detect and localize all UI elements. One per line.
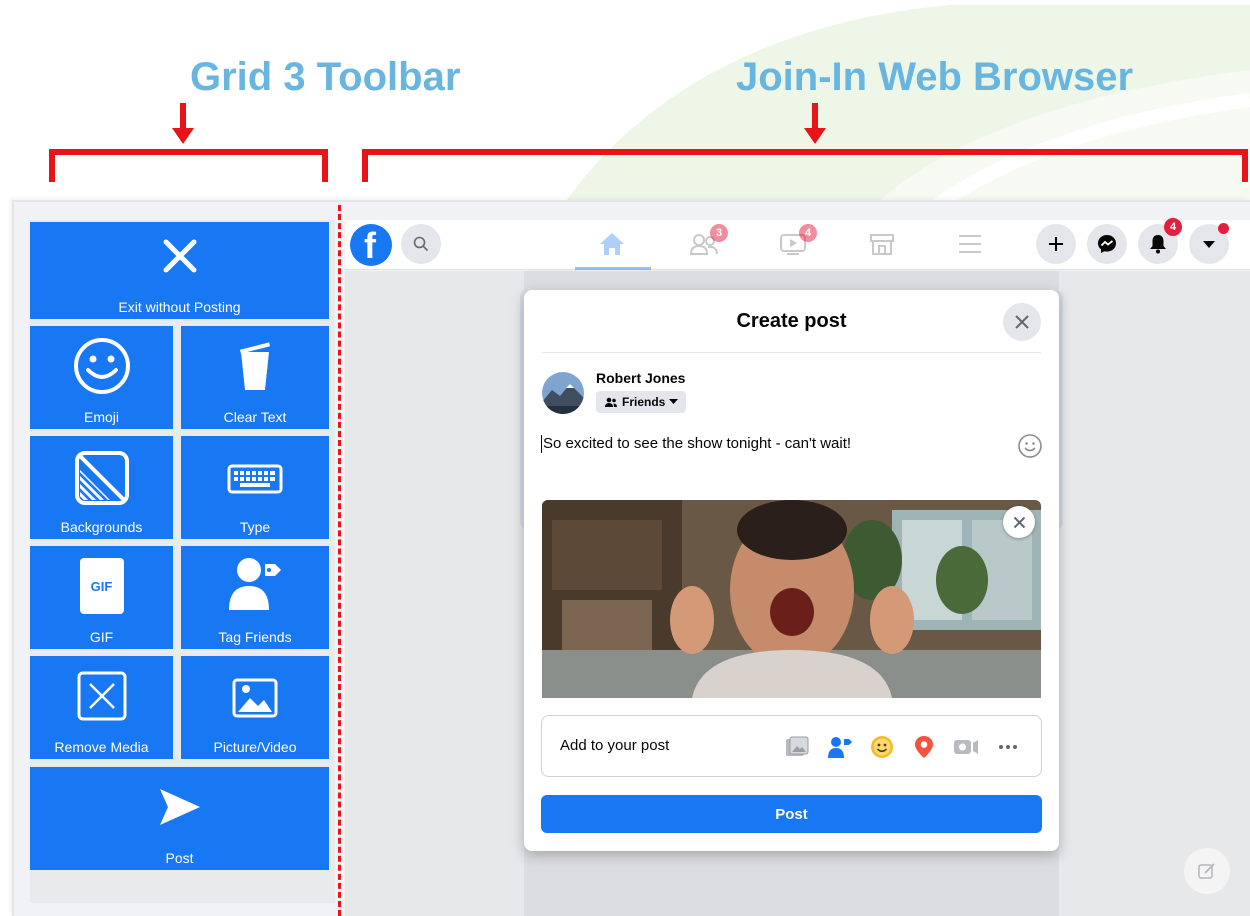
add-to-post-label: Add to your post: [560, 737, 670, 754]
feeling-icon: [871, 736, 893, 758]
left-arrow-icon: [172, 103, 194, 144]
grid3-toolbar-heading: Grid 3 Toolbar: [190, 55, 461, 99]
remove-media-icon: [77, 671, 126, 721]
close-icon: [163, 239, 196, 273]
smiley-icon: [73, 338, 130, 394]
live-video-icon: [954, 740, 978, 754]
backgrounds-icon: [74, 451, 129, 505]
gif-icon: GIF: [79, 558, 124, 614]
post-toolbar-button[interactable]: Post: [30, 767, 329, 870]
send-icon: [159, 789, 200, 825]
remove-gif-button[interactable]: [1003, 506, 1035, 538]
post-toolbar-label: Post: [165, 850, 194, 866]
more-icon: [999, 745, 1017, 749]
audience-label: Friends: [622, 395, 666, 409]
close-icon: [1015, 315, 1029, 329]
emoji-picker-icon[interactable]: [1017, 433, 1043, 459]
compose-icon: [1198, 863, 1215, 879]
bell-icon: [1150, 235, 1166, 254]
gif-label: GIF: [89, 629, 114, 645]
gif-icon-text: GIF: [90, 578, 113, 594]
post-text-input[interactable]: So excited to see the show tonight - can…: [541, 435, 1011, 454]
left-bracket: [49, 149, 328, 182]
friends-icon: [605, 397, 617, 407]
keyboard-icon: [227, 464, 283, 494]
clear-text-button[interactable]: Clear Text: [181, 326, 329, 429]
backgrounds-label: Backgrounds: [60, 519, 143, 535]
attached-gif: [542, 500, 1041, 698]
account-alert-dot: [1218, 223, 1229, 234]
type-label: Type: [239, 519, 271, 535]
nav-menu[interactable]: [950, 228, 990, 260]
picture-video-button[interactable]: Picture/Video: [181, 656, 329, 759]
nav-marketplace[interactable]: [862, 228, 902, 260]
tag-friends-label: Tag Friends: [218, 629, 292, 645]
toolbar-divider: [338, 205, 341, 916]
tag-people-button[interactable]: [827, 734, 853, 760]
text-cursor: [541, 435, 542, 454]
exit-without-posting-label: Exit without Posting: [118, 299, 241, 315]
page: Grid 3 Toolbar Join-In Web Browser Exit …: [0, 0, 1250, 916]
plus-icon: [1049, 237, 1063, 251]
nav-home-indicator: [575, 267, 651, 270]
gif-preview-image: [542, 500, 1041, 698]
clear-text-label: Clear Text: [223, 409, 287, 425]
user-name: Robert Jones: [596, 370, 686, 386]
photo-video-button[interactable]: [784, 734, 810, 760]
dialog-divider: [542, 352, 1041, 353]
friends-badge: 3: [710, 224, 728, 242]
trash-icon: [239, 342, 271, 390]
type-button[interactable]: Type: [181, 436, 329, 539]
notifications-badge: 4: [1164, 218, 1182, 236]
watch-badge: 4: [799, 224, 817, 242]
tag-person-icon: [229, 558, 281, 610]
caret-down-icon: [669, 399, 679, 404]
facebook-logo-letter: f: [364, 225, 376, 266]
home-icon: [600, 233, 624, 255]
create-post-dialog: Create post Robert Jones Friends So exci…: [524, 290, 1059, 851]
more-options-button[interactable]: [995, 734, 1021, 760]
right-bracket: [362, 149, 1248, 182]
remove-media-label: Remove Media: [54, 739, 149, 755]
post-text-value: So excited to see the show tonight - can…: [543, 435, 852, 452]
messenger-button[interactable]: [1087, 224, 1127, 264]
dialog-close-button[interactable]: [1003, 303, 1041, 341]
check-in-button[interactable]: [911, 734, 937, 760]
emoji-label: Emoji: [83, 409, 119, 425]
tag-people-icon: [828, 737, 852, 758]
dialog-title: Create post: [736, 310, 847, 332]
photo-video-icon: [786, 736, 809, 756]
audience-selector[interactable]: Friends: [596, 391, 687, 413]
exit-without-posting-button[interactable]: Exit without Posting: [30, 222, 329, 319]
create-button[interactable]: [1036, 224, 1076, 264]
emoji-button[interactable]: Emoji: [30, 326, 173, 429]
web-browser-heading: Join-In Web Browser: [736, 55, 1134, 99]
check-in-icon: [915, 736, 933, 758]
search-button[interactable]: [401, 224, 441, 264]
live-video-button[interactable]: [953, 734, 979, 760]
caret-down-icon: [1203, 241, 1215, 248]
menu-icon: [959, 235, 981, 253]
feeling-button[interactable]: [869, 734, 895, 760]
backgrounds-button[interactable]: Backgrounds: [30, 436, 173, 539]
nav-home[interactable]: [592, 228, 632, 260]
picture-video-label: Picture/Video: [213, 739, 297, 755]
new-message-button[interactable]: [1184, 848, 1230, 894]
search-icon: [413, 236, 429, 252]
avatar: [542, 372, 584, 414]
post-button[interactable]: Post: [541, 795, 1042, 833]
picture-icon: [232, 678, 278, 718]
tag-friends-button[interactable]: Tag Friends: [181, 546, 329, 649]
annotation-brackets: [49, 103, 1248, 182]
remove-media-button[interactable]: Remove Media: [30, 656, 173, 759]
avatar-photo: [542, 372, 584, 414]
gif-button[interactable]: GIF GIF: [30, 546, 173, 649]
close-icon: [1013, 516, 1025, 528]
messenger-icon: [1098, 235, 1116, 253]
marketplace-icon: [870, 234, 894, 255]
right-arrow-icon: [804, 103, 826, 144]
add-to-post-bar: Add to your post: [541, 715, 1042, 777]
